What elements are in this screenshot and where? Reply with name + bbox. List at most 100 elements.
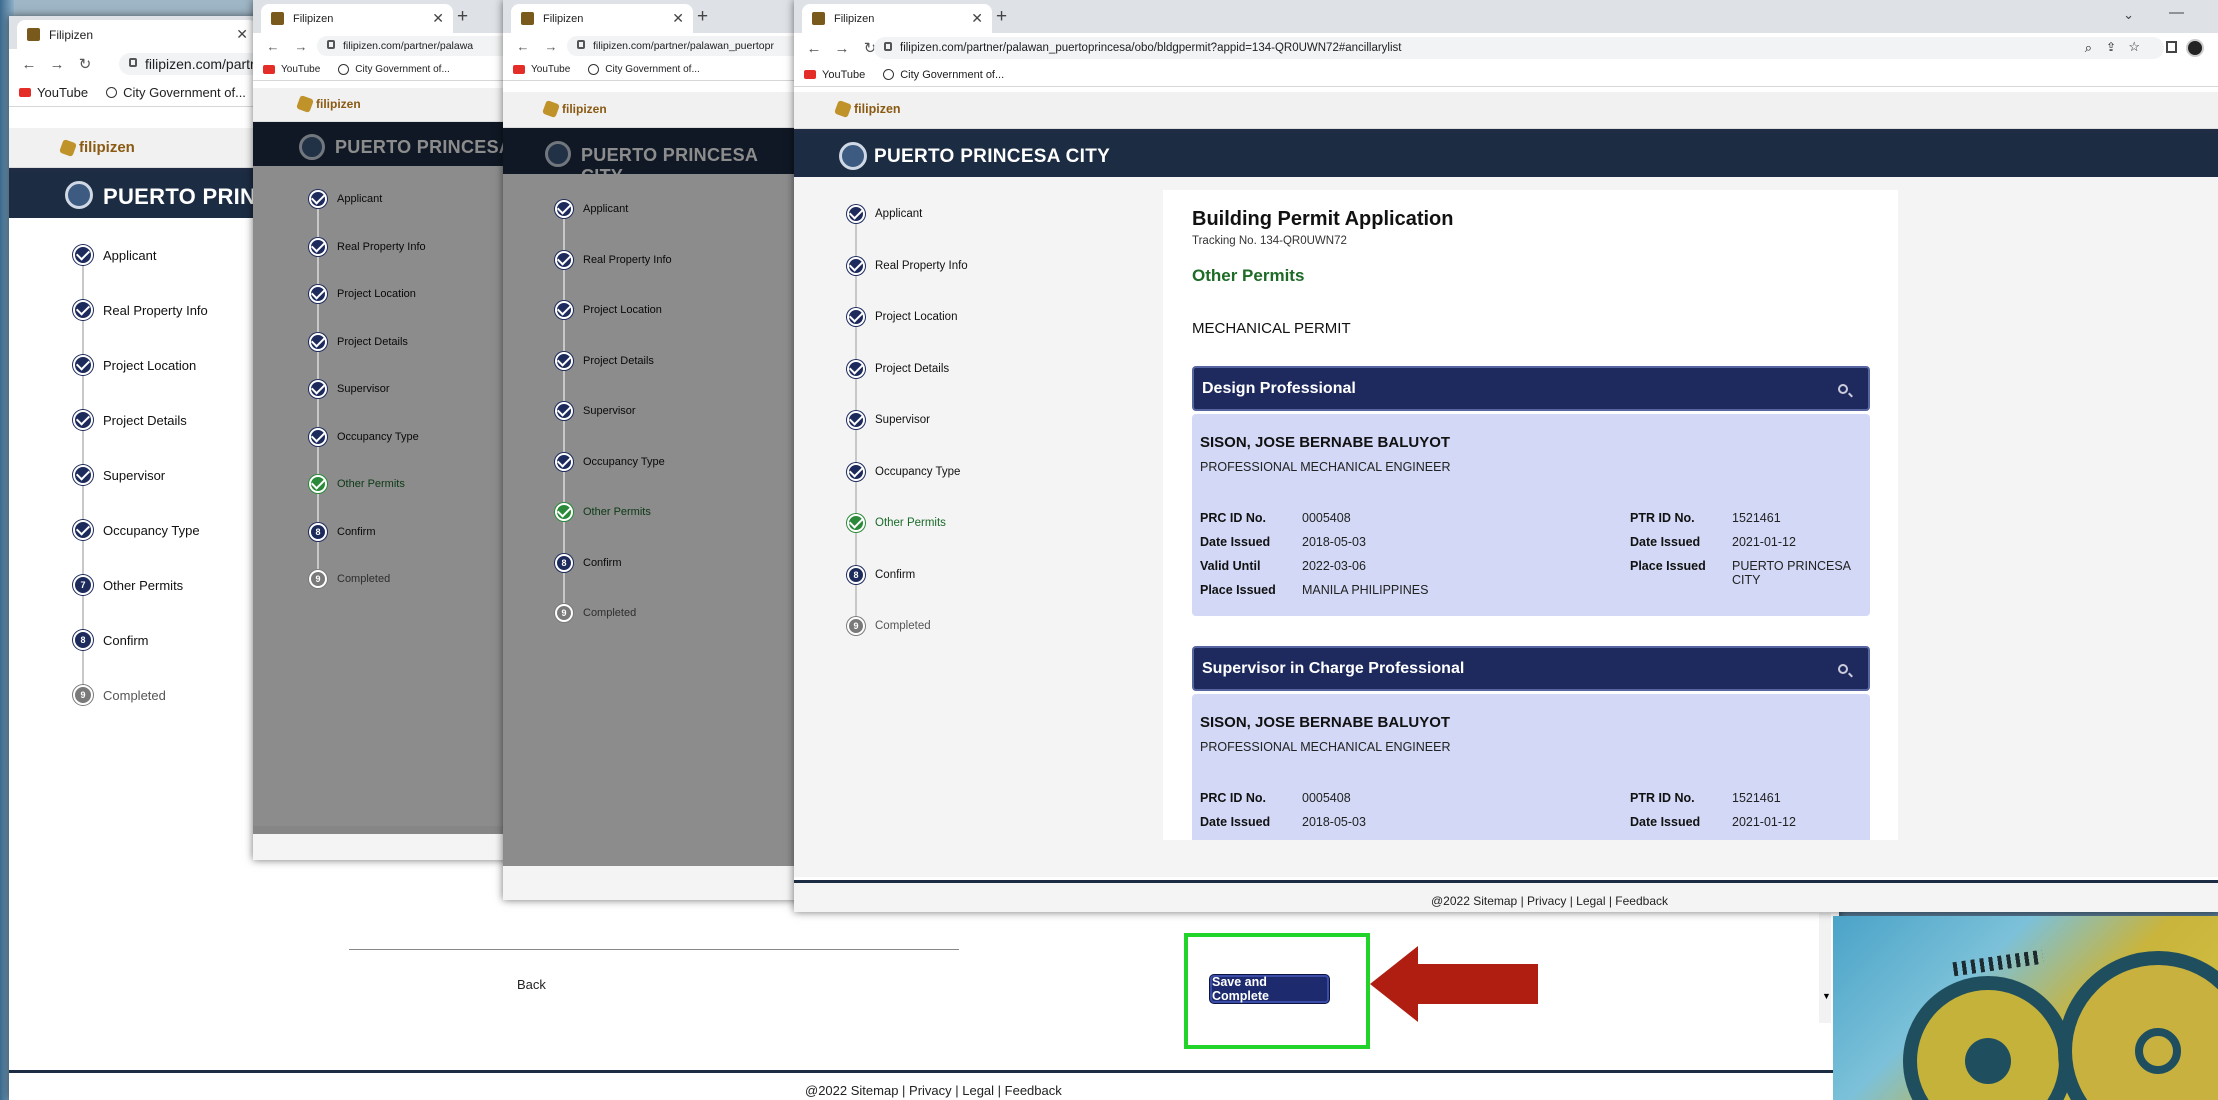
scrollbar-track[interactable] xyxy=(1819,913,1831,1023)
bookmark-city[interactable]: City Government of... xyxy=(338,64,450,75)
bookmark-label: City Government of... xyxy=(123,85,246,100)
page-footer-links[interactable]: @2022 Sitemap | Privacy | Legal | Feedba… xyxy=(1431,894,1668,908)
red-arrow xyxy=(1370,946,1540,1022)
address-bar[interactable]: filipizen.com/partner/palawa xyxy=(317,36,513,56)
youtube-icon xyxy=(19,88,31,97)
minimize-window-icon[interactable]: — xyxy=(2169,4,2184,21)
share-icon[interactable]: ⇪ xyxy=(2106,40,2116,54)
step-other-permits[interactable]: 7 Other Permits xyxy=(73,575,183,595)
place-issued-value: MANILA PHILIPPINES xyxy=(1302,583,1429,597)
lock-icon xyxy=(327,40,335,49)
step-label: Other Permits xyxy=(875,517,946,529)
step-project-details[interactable]: Project Details xyxy=(847,359,949,379)
lock-icon xyxy=(129,58,137,67)
valid-until-label: Valid Until xyxy=(1200,559,1261,573)
step-supervisor[interactable]: Supervisor xyxy=(73,465,165,485)
back-arrow-icon[interactable]: ← xyxy=(806,40,822,57)
filipizen-logo[interactable]: filipizen xyxy=(59,138,135,157)
check-icon xyxy=(309,285,327,303)
bookmark-youtube[interactable]: YouTube xyxy=(513,64,570,75)
back-button[interactable]: Back xyxy=(517,977,546,992)
profile-avatar[interactable] xyxy=(2186,39,2204,57)
step-list: Applicant Real Property Info Project Locat… xyxy=(847,204,1047,704)
lock-icon xyxy=(577,40,585,49)
bookmark-city[interactable]: City Government of... xyxy=(588,64,700,75)
page-footer-links[interactable]: @2022 Sitemap | Privacy | Legal | Feedba… xyxy=(805,1083,1062,1098)
close-tab-icon[interactable]: ✕ xyxy=(672,10,684,27)
new-tab-icon[interactable]: + xyxy=(996,6,1007,28)
filipizen-logo[interactable]: filipizen xyxy=(542,100,607,118)
browser-toolbar: ← → ↻ filipizen.com/partner/palawan_puer… xyxy=(503,33,803,59)
step-applicant[interactable]: Applicant xyxy=(73,245,156,265)
tab-menu-chevron-icon[interactable]: ⌄ xyxy=(2123,7,2134,23)
step-project-location[interactable]: Project Location xyxy=(847,307,957,327)
side-panel-icon[interactable] xyxy=(2166,41,2177,53)
browser-tab[interactable]: Filipizen ✕ xyxy=(17,20,257,49)
step-real-property-info[interactable]: Real Property Info xyxy=(73,300,208,320)
step-label: Confirm xyxy=(875,568,916,581)
new-tab-icon[interactable]: + xyxy=(457,6,468,28)
step-label: Project Location xyxy=(875,311,958,323)
forward-arrow-icon[interactable]: → xyxy=(49,56,65,73)
bookmarks-bar: YouTube City Government of... xyxy=(503,59,803,81)
scroll-down-icon[interactable]: ▼ xyxy=(1822,991,1831,1001)
close-tab-icon[interactable]: ✕ xyxy=(971,10,983,27)
bookmark-youtube[interactable]: YouTube xyxy=(19,85,88,100)
check-icon xyxy=(555,250,573,269)
bookmarks-bar: YouTube City Government of... xyxy=(794,63,2218,87)
back-arrow-icon[interactable]: ← xyxy=(515,39,531,54)
ptr-label: PTR ID No. xyxy=(1630,791,1695,805)
step-completed[interactable]: 9 Completed xyxy=(73,685,166,705)
step-real-property-info[interactable]: Real Property Info xyxy=(847,256,968,276)
step-occupancy-type[interactable]: Occupancy Type xyxy=(73,520,200,540)
supervisor-professional-header: Supervisor in Charge Professional xyxy=(1192,646,1870,691)
forward-arrow-icon[interactable]: → xyxy=(293,39,309,54)
filipizen-logo[interactable]: filipizen xyxy=(834,100,901,118)
bookmark-city[interactable]: City Government of... xyxy=(106,85,246,100)
close-tab-icon[interactable]: ✕ xyxy=(236,26,248,43)
ptr-date-label: Date Issued xyxy=(1630,535,1701,549)
browser-tab[interactable]: Filipizen ✕ xyxy=(511,4,693,33)
city-name: PUERTO PRINCESA CITY xyxy=(874,146,1111,167)
step-supervisor[interactable]: Supervisor xyxy=(847,410,930,430)
filipizen-logo[interactable]: filipizen xyxy=(296,95,361,113)
forward-arrow-icon[interactable]: → xyxy=(543,39,559,54)
step-label: Applicant xyxy=(875,208,923,220)
filipizen-favicon xyxy=(521,12,534,25)
step-applicant[interactable]: Applicant xyxy=(847,204,922,224)
step-completed[interactable]: 9 Completed xyxy=(847,616,931,636)
step-project-location[interactable]: Project Location xyxy=(73,355,196,375)
reload-icon[interactable]: ↻ xyxy=(77,55,93,73)
browser-window-3: Filipizen ✕ + ← → ↻ filipizen.com/partne… xyxy=(503,0,803,900)
new-tab-icon[interactable]: + xyxy=(697,6,708,28)
search-icon[interactable] xyxy=(1838,664,1848,674)
check-icon xyxy=(555,200,573,218)
brand-text: filipizen xyxy=(316,97,361,111)
browser-tab-active[interactable]: Filipizen ✕ xyxy=(802,4,992,33)
step-label: Occupancy Type xyxy=(103,522,200,538)
browser-tab[interactable]: Filipizen ✕ xyxy=(261,4,453,33)
bookmark-youtube[interactable]: YouTube xyxy=(263,64,320,75)
zoom-icon[interactable]: ⌕ xyxy=(2085,40,2092,56)
close-tab-icon[interactable]: ✕ xyxy=(432,10,444,27)
bookmark-label: YouTube xyxy=(531,64,571,75)
bookmark-star-icon[interactable]: ☆ xyxy=(2128,39,2140,55)
bookmark-youtube[interactable]: YouTube xyxy=(804,69,865,81)
browser-toolbar: ← → ↻ filipizen.com/partner/palawan_puer… xyxy=(794,33,2218,63)
search-icon[interactable] xyxy=(1838,384,1848,394)
bookmark-city[interactable]: City Government of... xyxy=(883,69,1004,81)
address-bar[interactable]: filipizen.com/partner/palawan_puertoprin… xyxy=(874,37,2164,59)
step-confirm[interactable]: 8 Confirm xyxy=(73,630,149,650)
step-confirm[interactable]: 8 Confirm xyxy=(847,565,915,585)
step-occupancy-type[interactable]: Occupancy Type xyxy=(847,462,960,482)
back-arrow-icon[interactable]: ← xyxy=(21,56,37,73)
check-icon xyxy=(73,355,93,375)
step-project-details[interactable]: Project Details xyxy=(73,410,187,430)
address-bar[interactable]: filipizen.com/partner/palawan_puertopr xyxy=(567,36,803,56)
content-area xyxy=(503,866,803,900)
step-other-permits[interactable]: Other Permits xyxy=(847,513,946,533)
forward-arrow-icon[interactable]: → xyxy=(834,40,850,57)
ptr-date-value: 2021-01-12 xyxy=(1732,535,1796,549)
youtube-icon xyxy=(513,65,525,74)
back-arrow-icon[interactable]: ← xyxy=(265,39,281,54)
